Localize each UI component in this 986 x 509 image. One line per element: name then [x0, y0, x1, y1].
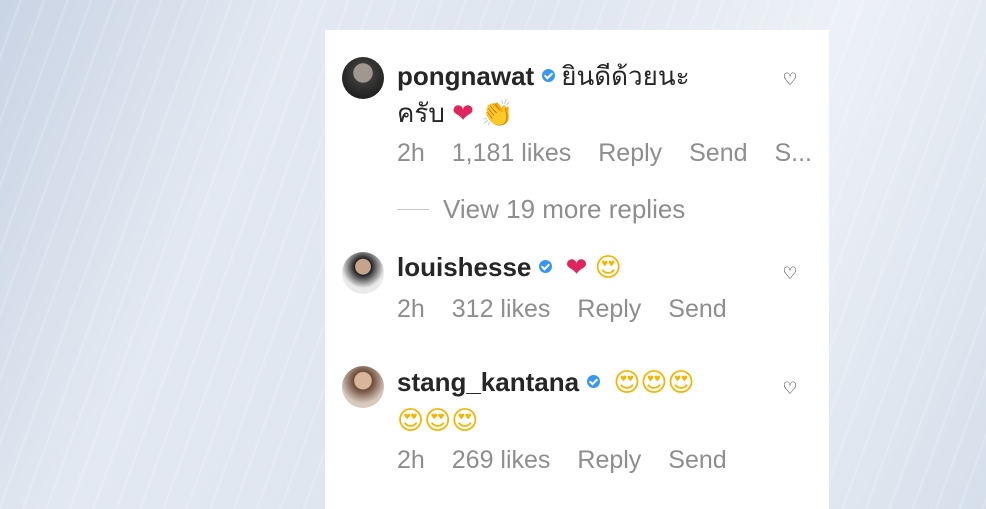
- verified-badge-icon: [542, 69, 556, 82]
- comments-panel: pongnawat ยินดีด้วยนะ ครับ ❤ 👏 ♡ 2h 1,181…: [325, 30, 829, 509]
- send-button[interactable]: Send: [668, 295, 726, 323]
- heart-eyes-emoji: 😍😍😍: [397, 406, 479, 436]
- comment-text: pongnawat ยินดีด้วยนะ ครับ ❤ 👏: [397, 58, 690, 133]
- likes-count[interactable]: 312 likes: [452, 295, 551, 323]
- divider-line: [397, 209, 429, 210]
- comment-body-line1: ยินดีด้วยนะ: [561, 61, 690, 91]
- reply-button[interactable]: Reply: [577, 446, 641, 474]
- red-heart-emoji: ❤: [565, 253, 588, 283]
- likes-count[interactable]: 1,181 likes: [452, 139, 572, 167]
- comment-text: stang_kantana 😍😍😍 😍😍😍: [397, 364, 695, 440]
- more-button[interactable]: S...: [774, 139, 812, 167]
- avatar[interactable]: [342, 57, 384, 99]
- timestamp: 2h: [397, 446, 425, 474]
- timestamp: 2h: [397, 139, 425, 167]
- username[interactable]: pongnawat: [397, 61, 534, 91]
- comment-meta: 2h 269 likes Reply Send: [397, 446, 747, 475]
- username[interactable]: louishesse: [397, 252, 531, 282]
- comment-meta: 2h 1,181 likes Reply Send S...: [397, 139, 832, 168]
- send-button[interactable]: Send: [668, 446, 726, 474]
- avatar[interactable]: [342, 252, 384, 294]
- comment-text: louishesse ❤ 😍: [397, 249, 622, 287]
- red-heart-emoji: ❤: [452, 99, 474, 129]
- verified-badge-icon: [539, 260, 553, 273]
- clapping-hands-emoji: 👏: [481, 99, 514, 129]
- comment-meta: 2h 312 likes Reply Send: [397, 295, 747, 324]
- avatar[interactable]: [342, 366, 384, 408]
- heart-eyes-emoji: 😍😍😍: [613, 368, 695, 398]
- heart-outline-icon[interactable]: ♡: [781, 379, 799, 399]
- send-button[interactable]: Send: [689, 139, 747, 167]
- timestamp: 2h: [397, 295, 425, 323]
- heart-eyes-emoji: 😍: [594, 253, 622, 283]
- likes-count[interactable]: 269 likes: [452, 446, 551, 474]
- verified-badge-icon: [587, 375, 601, 388]
- reply-button[interactable]: Reply: [598, 139, 662, 167]
- heart-outline-icon[interactable]: ♡: [781, 264, 799, 284]
- username[interactable]: stang_kantana: [397, 367, 579, 397]
- comment-body-line2: ครับ: [397, 98, 445, 128]
- heart-outline-icon[interactable]: ♡: [781, 70, 799, 90]
- view-more-replies-label: View 19 more replies: [443, 194, 686, 224]
- reply-button[interactable]: Reply: [577, 295, 641, 323]
- view-more-replies-button[interactable]: View 19 more replies: [397, 194, 685, 225]
